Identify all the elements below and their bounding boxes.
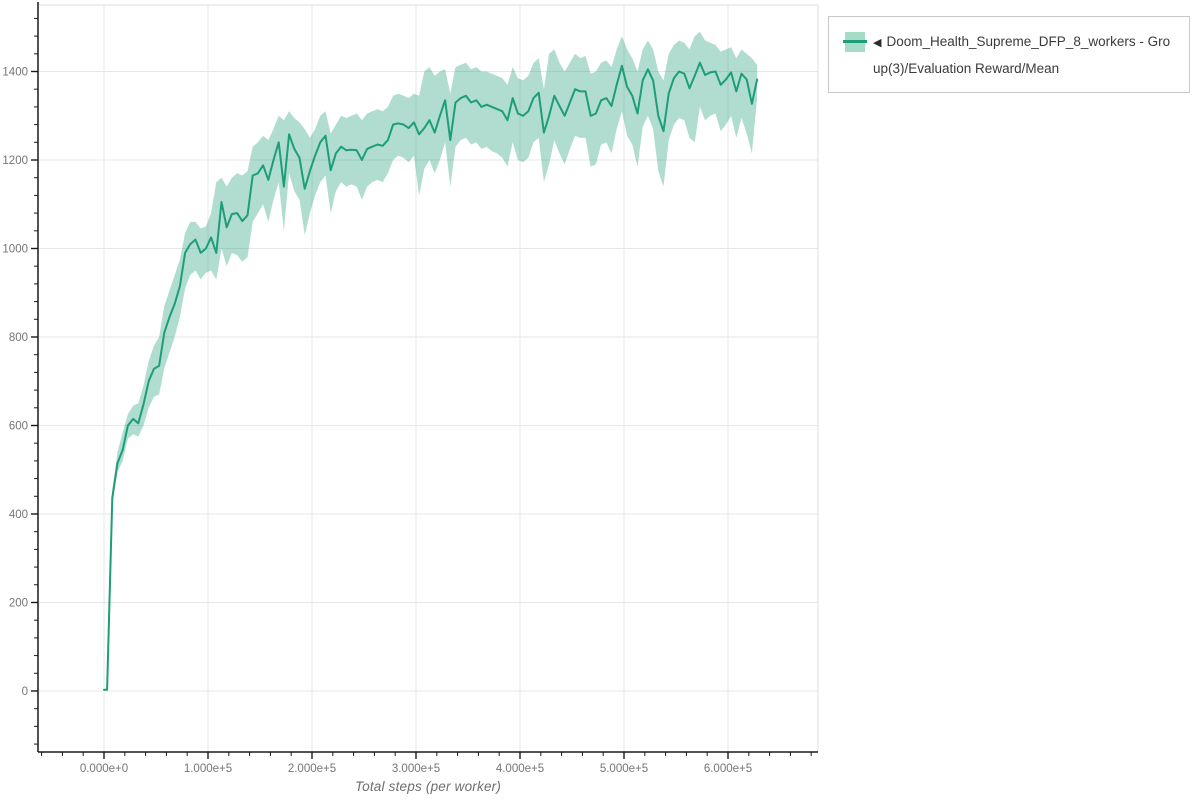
legend-entry[interactable]: ◀Doom_Health_Supreme_DFP_8_workers - Gro… xyxy=(873,29,1177,82)
x-tick-label: 4.000e+5 xyxy=(496,763,544,775)
y-tick-label: 1400 xyxy=(2,67,28,79)
legend-series-label: Doom_Health_Supreme_DFP_8_workers - Grou… xyxy=(873,34,1170,76)
y-tick-label: 800 xyxy=(9,332,28,344)
x-tick-label: 3.000e+5 xyxy=(392,763,440,775)
x-tick-label: 2.000e+5 xyxy=(288,763,336,775)
series-swatch-icon xyxy=(843,32,867,52)
legend[interactable]: ◀Doom_Health_Supreme_DFP_8_workers - Gro… xyxy=(828,16,1190,93)
x-tick-label: 0.000e+0 xyxy=(80,763,128,775)
reward-line-chart: 0.000e+0 1.000e+5 2.000e+5 3.000e+5 4.000e+5… xyxy=(0,0,1200,800)
swatch-line xyxy=(843,40,867,43)
x-axis-title: Total steps (per worker) xyxy=(38,779,818,794)
x-tick-label: 5.000e+5 xyxy=(600,763,648,775)
x-tick-label: 6.000e+5 xyxy=(704,763,752,775)
y-tick-label: 1200 xyxy=(2,155,28,167)
confidence-band xyxy=(104,32,757,690)
y-tick-label: 400 xyxy=(9,509,28,521)
x-tick-label: 1.000e+5 xyxy=(184,763,232,775)
legend-collapse-triangle-icon[interactable]: ◀ xyxy=(873,37,881,49)
y-tick-label: 600 xyxy=(9,420,28,432)
y-tick-label: 1000 xyxy=(2,243,28,255)
chart-page: 0.000e+0 1.000e+5 2.000e+5 3.000e+5 4.000e+5… xyxy=(0,0,1200,800)
y-tick-label: 0 xyxy=(22,686,28,698)
y-tick-label: 200 xyxy=(9,597,28,609)
